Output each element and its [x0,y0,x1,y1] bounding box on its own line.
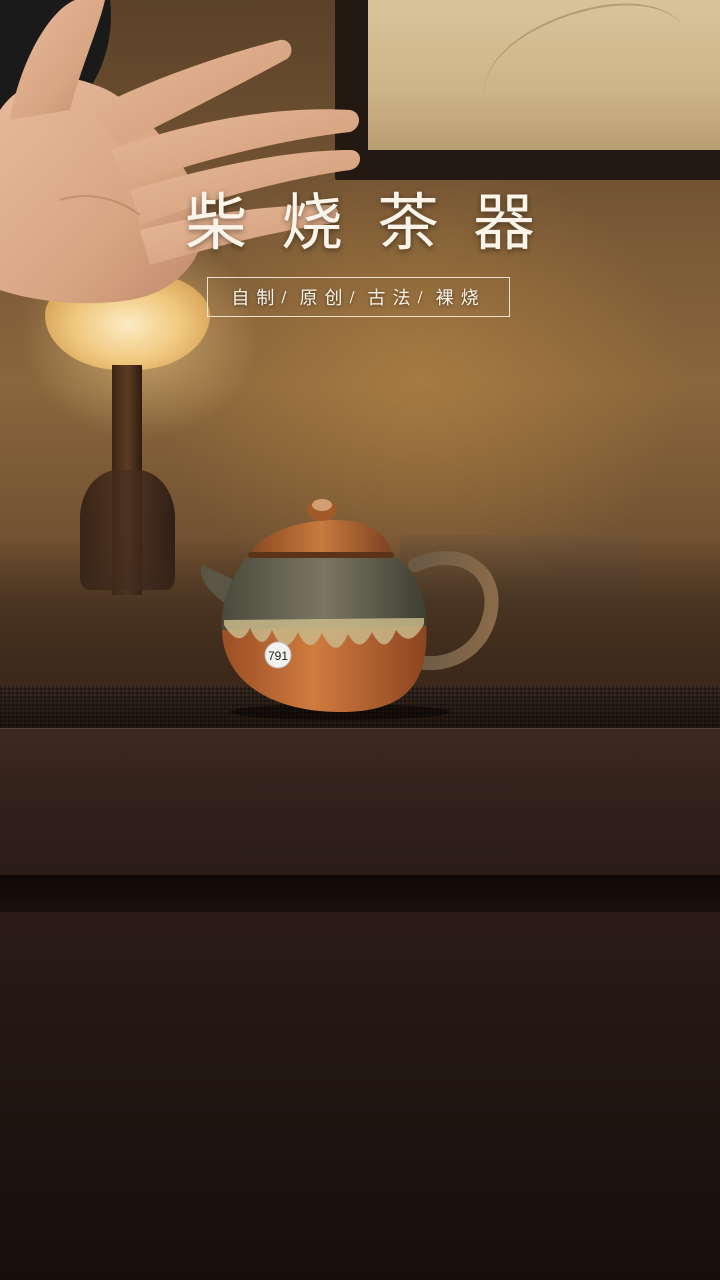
subtitle-separator: / [281,288,294,306]
photo-scene: 791 柴烧茶器 自制 / 原创 / 古法 / 裸烧 [0,0,720,1280]
teapot-label-text: 791 [268,649,288,663]
hand [0,0,361,304]
subtitle-item: 原创 [299,288,350,309]
teapot: 791 [200,499,499,720]
table-front [0,912,720,1280]
subtitle-box: 自制 / 原创 / 古法 / 裸烧 [207,277,510,317]
table-lip [0,875,720,915]
subtitle-item: 自制 [231,288,282,309]
subtitle-item: 古法 [367,288,418,309]
page-title: 柴烧茶器 [184,186,569,259]
subtitle-item: 裸烧 [435,288,486,309]
table-top-edge [0,728,720,879]
subtitle-separator: / [417,288,430,306]
subtitle-separator: / [349,288,362,306]
